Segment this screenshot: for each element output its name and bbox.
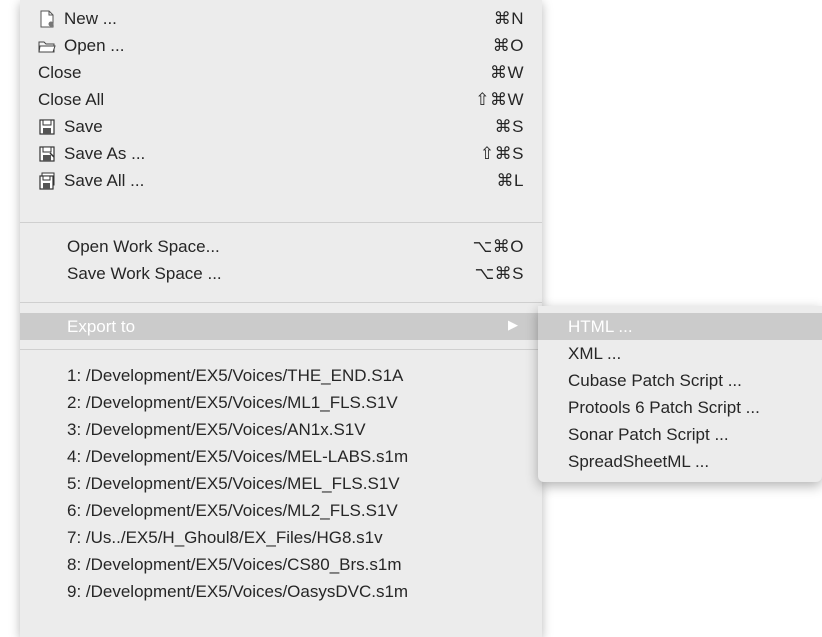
submenu-item-label: Cubase Patch Script ... xyxy=(568,371,742,390)
menu-item-open[interactable]: Open ... ⌘O xyxy=(20,32,542,59)
menu-item-new[interactable]: New ... ⌘N xyxy=(20,5,542,32)
menu-separator xyxy=(20,302,542,303)
recent-file-label: 1: /Development/EX5/Voices/THE_END.S1A xyxy=(67,366,404,385)
save-all-icon xyxy=(38,172,58,190)
submenu-item-label: XML ... xyxy=(568,344,622,363)
submenu-item-spreadsheetml[interactable]: SpreadSheetML ... xyxy=(538,448,822,475)
recent-file-label: 2: /Development/EX5/Voices/ML1_FLS.S1V xyxy=(67,393,398,412)
recent-file-label: 8: /Development/EX5/Voices/CS80_Brs.s1m xyxy=(67,555,402,574)
recent-file-item[interactable]: 4: /Development/EX5/Voices/MEL-LABS.s1m xyxy=(20,443,542,470)
menu-item-shortcut: ⇧⌘S xyxy=(479,144,524,163)
save-as-icon xyxy=(38,145,58,163)
submenu-item-cubase-patch-script[interactable]: Cubase Patch Script ... xyxy=(538,367,822,394)
recent-file-label: 4: /Development/EX5/Voices/MEL-LABS.s1m xyxy=(67,447,409,466)
submenu-arrow-icon: ▶ xyxy=(508,317,518,332)
menu-item-save[interactable]: Save ⌘S xyxy=(20,113,542,140)
submenu-item-xml[interactable]: XML ... xyxy=(538,340,822,367)
menu-item-open-work-space[interactable]: Open Work Space... ⌥⌘O xyxy=(20,233,542,260)
new-document-icon xyxy=(38,10,58,28)
recent-file-item[interactable]: 3: /Development/EX5/Voices/AN1x.S1V xyxy=(20,416,542,443)
recent-file-label: 6: /Development/EX5/Voices/ML2_FLS.S1V xyxy=(67,501,398,520)
menu-item-label: Close xyxy=(38,63,82,82)
submenu-item-protools-patch-script[interactable]: Protools 6 Patch Script ... xyxy=(538,394,822,421)
recent-file-label: 9: /Development/EX5/Voices/OasysDVC.s1m xyxy=(67,582,409,601)
recent-file-item[interactable]: 7: /Us../EX5/H_Ghoul8/EX_Files/HG8.s1v xyxy=(20,524,542,551)
menu-item-shortcut: ⌘N xyxy=(493,9,524,28)
menu-item-label: Save xyxy=(64,117,103,136)
menu-item-shortcut: ⌥⌘S xyxy=(474,264,524,283)
submenu-item-html[interactable]: HTML ... xyxy=(538,313,822,340)
menu-item-save-as[interactable]: Save As ... ⇧⌘S xyxy=(20,140,542,167)
menu-item-label: Save As ... xyxy=(64,144,146,163)
menu-item-shortcut: ⇧⌘W xyxy=(475,90,524,109)
recent-file-item[interactable]: 6: /Development/EX5/Voices/ML2_FLS.S1V xyxy=(20,497,542,524)
submenu-item-label: HTML ... xyxy=(568,317,633,336)
menu-item-close[interactable]: Close ⌘W xyxy=(20,59,542,86)
menu-item-export-to[interactable]: Export to ▶ xyxy=(20,313,542,340)
recent-file-item[interactable]: 9: /Development/EX5/Voices/OasysDVC.s1m xyxy=(20,578,542,605)
recent-file-label: 3: /Development/EX5/Voices/AN1x.S1V xyxy=(67,420,366,439)
save-icon xyxy=(38,118,58,136)
menu-item-close-all[interactable]: Close All ⇧⌘W xyxy=(20,86,542,113)
menu-item-shortcut: ⌘W xyxy=(489,63,524,82)
file-menu: New ... ⌘N Open ... ⌘O Close ⌘W Close Al… xyxy=(20,0,542,637)
recent-file-item[interactable]: 1: /Development/EX5/Voices/THE_END.S1A xyxy=(20,362,542,389)
menu-item-shortcut: ⌘O xyxy=(492,36,524,55)
menu-item-label: Export to xyxy=(67,317,136,336)
submenu-item-sonar-patch-script[interactable]: Sonar Patch Script ... xyxy=(538,421,822,448)
recent-file-item[interactable]: 8: /Development/EX5/Voices/CS80_Brs.s1m xyxy=(20,551,542,578)
submenu-item-label: Sonar Patch Script ... xyxy=(568,425,729,444)
menu-item-label: Open Work Space... xyxy=(67,237,220,256)
menu-item-save-all[interactable]: Save All ... ⌘L xyxy=(20,167,542,194)
submenu-item-label: SpreadSheetML ... xyxy=(568,452,710,471)
menu-item-label: Close All xyxy=(38,90,105,109)
menu-item-save-work-space[interactable]: Save Work Space ... ⌥⌘S xyxy=(20,260,542,287)
menu-separator xyxy=(20,349,542,350)
menu-item-shortcut: ⌘S xyxy=(494,117,524,136)
recent-file-item[interactable]: 5: /Development/EX5/Voices/MEL_FLS.S1V xyxy=(20,470,542,497)
submenu-item-label: Protools 6 Patch Script ... xyxy=(568,398,760,417)
menu-item-shortcut: ⌥⌘O xyxy=(472,237,524,256)
menu-item-shortcut: ⌘L xyxy=(496,171,524,190)
menu-item-label: Save All ... xyxy=(64,171,145,190)
menu-separator xyxy=(20,222,542,223)
recent-file-label: 7: /Us../EX5/H_Ghoul8/EX_Files/HG8.s1v xyxy=(67,528,383,547)
menu-item-label: New ... xyxy=(64,9,117,28)
menu-item-label: Save Work Space ... xyxy=(67,264,222,283)
menu-item-label: Open ... xyxy=(64,36,125,55)
recent-file-item[interactable]: 2: /Development/EX5/Voices/ML1_FLS.S1V xyxy=(20,389,542,416)
export-submenu: HTML ... XML ... Cubase Patch Script ...… xyxy=(538,306,822,482)
recent-file-label: 5: /Development/EX5/Voices/MEL_FLS.S1V xyxy=(67,474,400,493)
open-folder-icon xyxy=(38,37,58,55)
